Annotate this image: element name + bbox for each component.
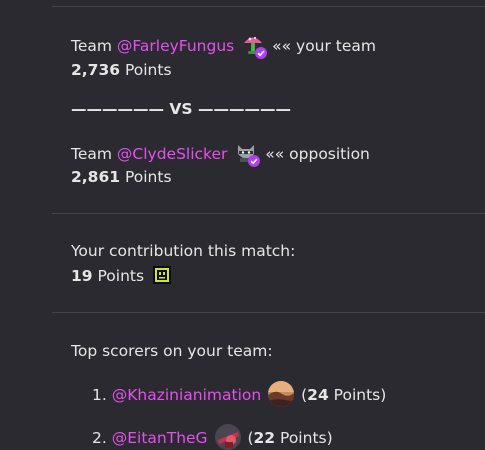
points-label: Points (333, 386, 381, 404)
pixel-face-icon (153, 266, 172, 284)
scorer-points-value: 24 (307, 386, 329, 404)
your-team-points: 2,736 Points (71, 60, 172, 80)
opponent-team-mention[interactable]: @ClydeSlicker (117, 145, 227, 163)
top-scorers-heading: Top scorers on your team: (71, 342, 273, 360)
contribution-points: 19 Points (71, 266, 172, 286)
your-team-mention[interactable]: @FarleyFungus (117, 37, 234, 55)
points-label: Points (124, 61, 172, 79)
opponent-team-line: Team @ClydeSlicker «« opposition (71, 142, 370, 167)
scorer-mention[interactable]: @EitanTheG (112, 429, 208, 447)
red-character-avatar (214, 424, 241, 450)
your-team-suffix: «« your team (272, 37, 377, 55)
scorer-points-value: 22 (253, 429, 276, 447)
mushroom-icon (241, 34, 268, 59)
section-divider (52, 213, 485, 214)
team-prefix: Team (71, 37, 117, 55)
team-prefix: Team (71, 145, 117, 163)
scorer-mention[interactable]: @Khazinianimation (112, 386, 261, 404)
verified-badge-icon (248, 155, 261, 167)
points-label: Points (280, 429, 327, 447)
vs-separator: —————— VS —————— (71, 99, 291, 119)
scorer-points: (22 Points) (247, 429, 333, 447)
raccoon-icon (234, 142, 261, 167)
opponent-team-points-value: 2,861 (71, 168, 121, 186)
contribution-points-value: 19 (71, 267, 93, 285)
rank-number: 1. (92, 386, 107, 404)
opponent-team-points: 2,861 Points (71, 167, 172, 187)
points-label: Points (124, 168, 172, 186)
your-team-points-value: 2,736 (71, 61, 121, 79)
list-item: 1. @Khazinianimation (24 Points) (92, 381, 386, 407)
opponent-team-suffix: «« opposition (265, 145, 370, 163)
list-item: 2. @EitanTheG (22 Points) (92, 424, 333, 450)
verified-badge-icon (255, 47, 268, 59)
contribution-heading: Your contribution this match: (71, 242, 296, 260)
scorer-points: (24 Points) (301, 386, 387, 404)
your-team-line: Team @FarleyFungus «« your team (71, 34, 377, 59)
section-divider (52, 312, 485, 313)
landscape-avatar (268, 381, 295, 407)
vs-text: —————— VS —————— (71, 100, 291, 118)
rank-number: 2. (92, 429, 107, 447)
points-label: Points (97, 267, 145, 285)
top-divider (52, 6, 485, 7)
